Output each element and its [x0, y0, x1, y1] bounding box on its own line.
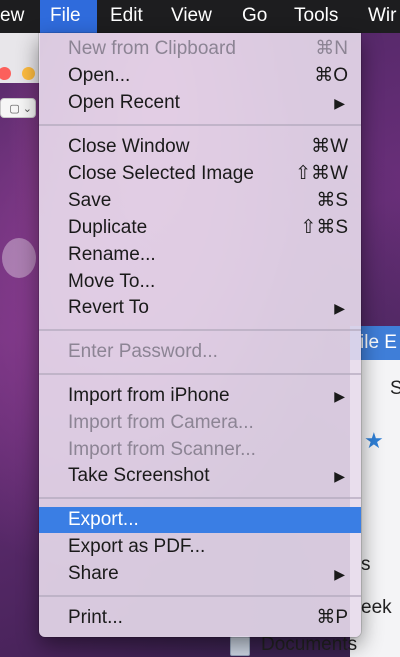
- menu-item-rename[interactable]: Rename...: [39, 242, 361, 268]
- file-menu: New from Clipboard ⌘N Open... ⌘O Open Re…: [39, 33, 361, 637]
- menu-item-move-to[interactable]: Move To...: [39, 269, 361, 295]
- documents-sidebar-item[interactable]: Documents: [228, 634, 357, 656]
- menu-item-shortcut: ⌘N: [315, 38, 348, 59]
- menu-item-label: Save: [68, 190, 112, 211]
- menubar-item-tools[interactable]: Tools: [284, 0, 348, 33]
- menu-item-import-from-camera: Import from Camera...: [39, 410, 361, 436]
- menu-bar: ew File Edit View Go Tools Wir: [0, 0, 400, 33]
- menu-item-share[interactable]: Share ▶: [39, 561, 361, 587]
- menu-item-close-window[interactable]: Close Window ⌘W: [39, 134, 361, 160]
- menu-item-export[interactable]: Export...: [39, 507, 361, 533]
- menu-item-export-as-pdf[interactable]: Export as PDF...: [39, 534, 361, 560]
- menu-item-label: Open...: [68, 65, 131, 86]
- menu-item-shortcut: ⌘P: [316, 607, 348, 628]
- background-window-text: S: [390, 378, 400, 399]
- menu-item-label: Open Recent: [68, 92, 180, 113]
- menu-item-label: Print...: [68, 607, 123, 628]
- documents-label: Documents: [261, 634, 358, 655]
- menu-item-label: Close Selected Image: [68, 163, 254, 184]
- menubar-item-edit[interactable]: Edit: [100, 0, 153, 33]
- menu-item-label: Duplicate: [68, 217, 148, 238]
- menu-item-label: Revert To: [68, 297, 149, 318]
- menubar-item-window-partial[interactable]: Wir: [358, 0, 400, 33]
- menu-item-label: Close Window: [68, 136, 190, 157]
- wallpaper-bubble: [2, 238, 36, 278]
- menu-item-label: Move To...: [68, 271, 156, 292]
- menu-item-save[interactable]: Save ⌘S: [39, 188, 361, 214]
- menu-item-revert-to[interactable]: Revert To ▶: [39, 295, 361, 321]
- menu-separator: [39, 329, 361, 331]
- menu-item-take-screenshot[interactable]: Take Screenshot ▶: [39, 463, 361, 489]
- menu-item-label: New from Clipboard: [68, 38, 236, 59]
- menu-separator: [39, 373, 361, 375]
- sidebar-toggle-button[interactable]: ▢ ⌄: [0, 98, 36, 118]
- menu-item-label: Import from Scanner...: [68, 439, 256, 460]
- menu-item-label: Export...: [68, 509, 139, 530]
- submenu-arrow-icon: ▶: [334, 566, 345, 582]
- menu-item-import-from-iphone[interactable]: Import from iPhone ▶: [39, 383, 361, 409]
- menubar-item-file[interactable]: File: [40, 0, 97, 33]
- submenu-arrow-icon: ▶: [334, 388, 345, 404]
- menubar-item-view[interactable]: View: [161, 0, 222, 33]
- menu-item-label: Rename...: [68, 244, 156, 265]
- menu-item-duplicate[interactable]: Duplicate ⇧⌘S: [39, 215, 361, 241]
- favorites-star-icon[interactable]: ★: [364, 428, 384, 454]
- background-window-text: s: [361, 554, 371, 575]
- menu-item-label: Share: [68, 563, 119, 584]
- menubar-item-go[interactable]: Go: [232, 0, 277, 33]
- menu-item-label: Export as PDF...: [68, 536, 206, 557]
- menu-item-label: Enter Password...: [68, 341, 218, 362]
- submenu-arrow-icon: ▶: [334, 468, 345, 484]
- menu-item-open[interactable]: Open... ⌘O: [39, 63, 361, 89]
- submenu-arrow-icon: ▶: [334, 95, 345, 111]
- menu-separator: [39, 497, 361, 499]
- menubar-item-view-partial[interactable]: ew: [0, 0, 34, 33]
- menu-separator: [39, 595, 361, 597]
- window-minimize-icon[interactable]: [22, 67, 35, 80]
- menu-item-label: Import from Camera...: [68, 412, 254, 433]
- menu-item-label: Take Screenshot: [68, 465, 210, 486]
- menu-item-label: Import from iPhone: [68, 385, 230, 406]
- menu-item-import-from-scanner: Import from Scanner...: [39, 437, 361, 463]
- menu-item-shortcut: ⌘W: [311, 136, 348, 157]
- menu-item-new-from-clipboard: New from Clipboard ⌘N: [39, 36, 361, 62]
- menu-item-close-selected-image[interactable]: Close Selected Image ⇧⌘W: [39, 161, 361, 187]
- menu-item-shortcut: ⇧⌘S: [300, 217, 348, 238]
- submenu-arrow-icon: ▶: [334, 300, 345, 316]
- menu-separator: [39, 124, 361, 126]
- menu-item-shortcut: ⌘O: [314, 65, 348, 86]
- menu-item-print[interactable]: Print... ⌘P: [39, 605, 361, 631]
- menu-item-enter-password: Enter Password...: [39, 339, 361, 365]
- background-window-text: eek: [361, 597, 392, 618]
- menu-item-open-recent[interactable]: Open Recent ▶: [39, 90, 361, 116]
- menu-item-shortcut: ⇧⌘W: [295, 163, 348, 184]
- menu-item-shortcut: ⌘S: [316, 190, 348, 211]
